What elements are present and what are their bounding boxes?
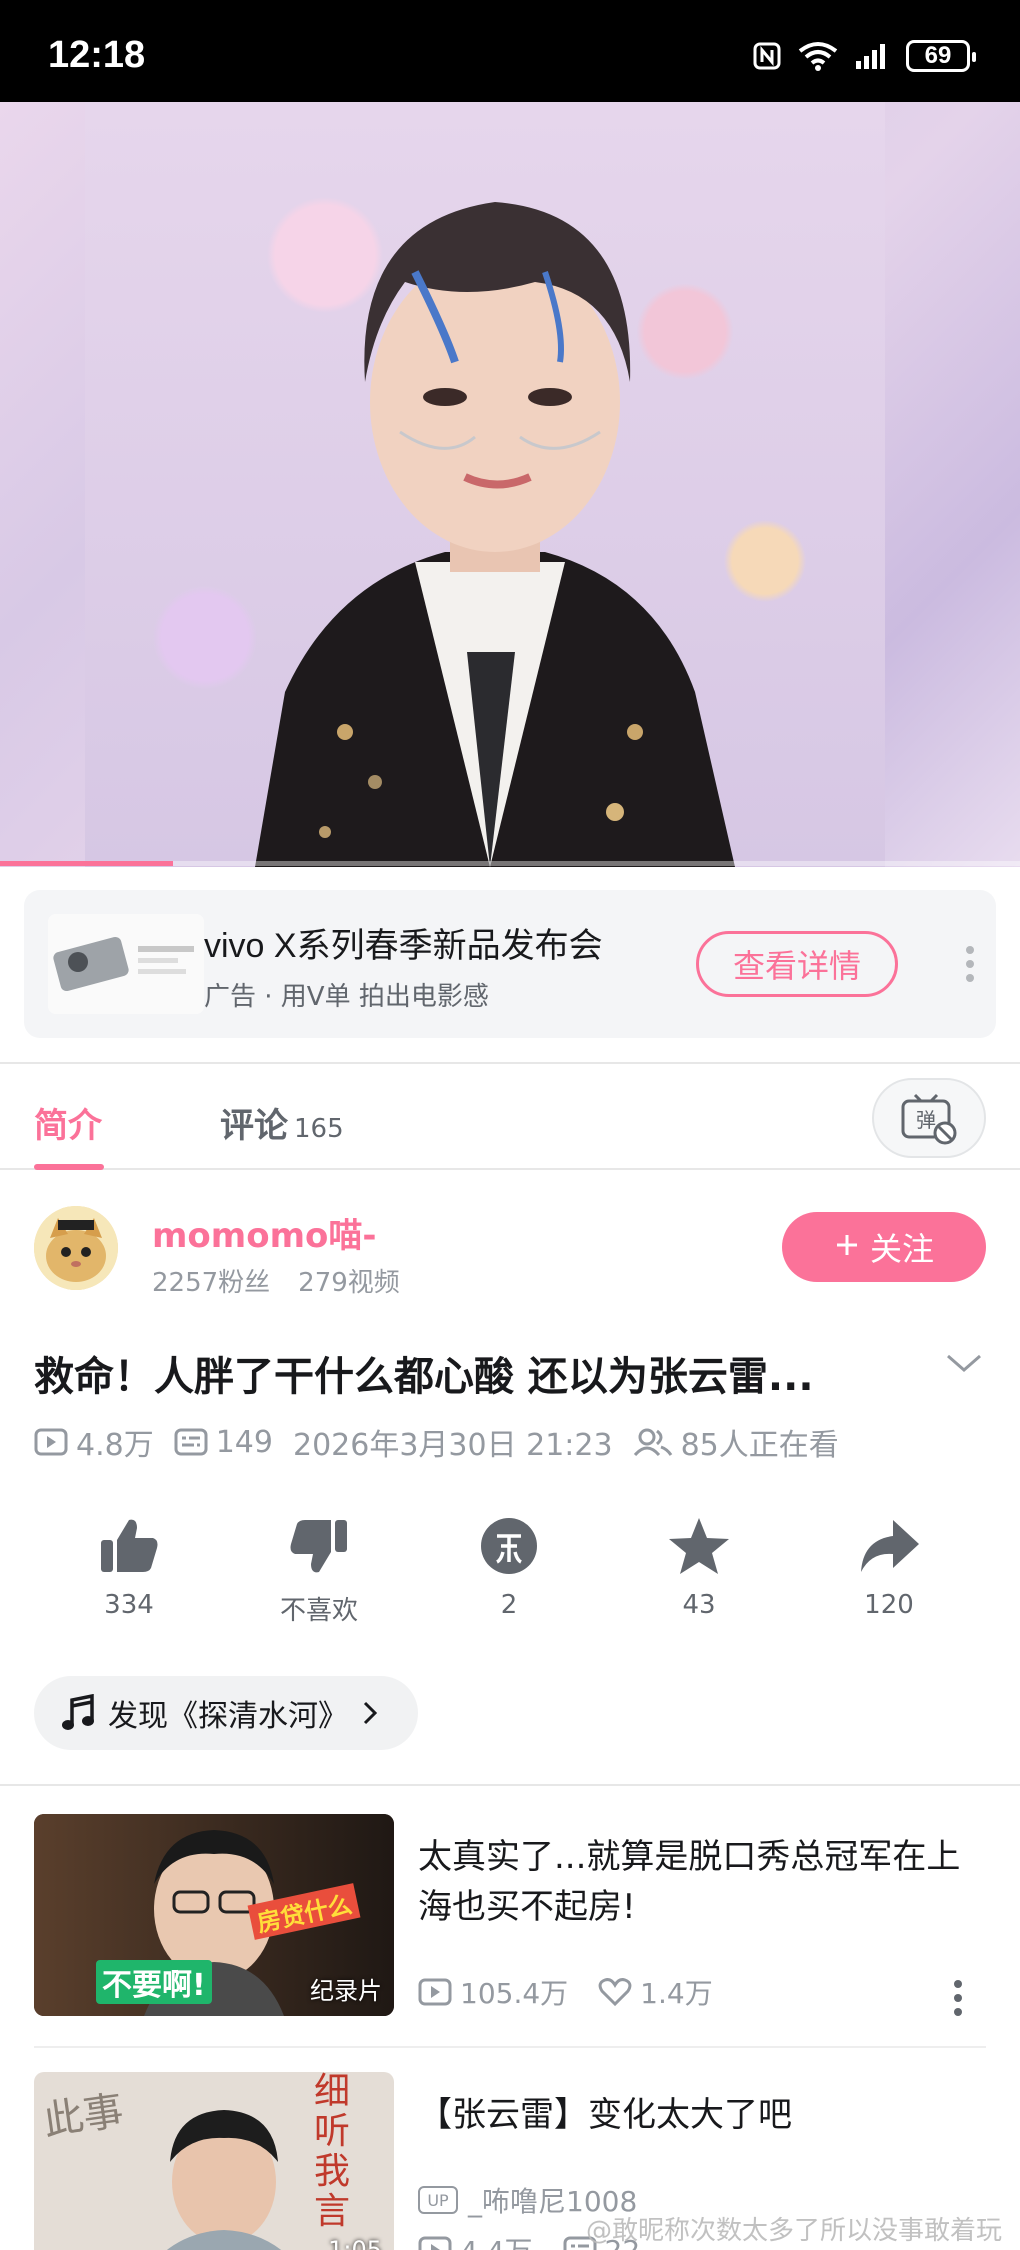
uploader-stats: 2257粉丝 279视频: [152, 1262, 428, 1299]
related-divider: [34, 2046, 986, 2048]
share-count: 120: [864, 1590, 914, 1620]
heart-icon: [598, 1978, 632, 2007]
ad-details-button[interactable]: 查看详情: [696, 931, 898, 997]
related-video-title: 太真实了...就算是脱口秀总冠军在上海也买不起房!: [418, 1837, 961, 1927]
thumbs-up-icon: [101, 1519, 158, 1572]
ad-title: vivo X系列春季新品发布会: [204, 927, 603, 965]
tab-comments-label: 评论: [220, 1106, 288, 1146]
thumbnail-calligraphy: 细听我言: [314, 2072, 351, 2232]
up-badge-icon: UP: [418, 2186, 458, 2214]
video-player[interactable]: [0, 102, 1020, 867]
danmaku-toggle-button[interactable]: 弹: [872, 1078, 986, 1158]
follow-label: 关注: [869, 1230, 934, 1268]
like-button[interactable]: 334: [59, 1516, 199, 1620]
video-meta: 4.8万 149 2026年3月30日 21:23 85人正在看: [34, 1420, 859, 1464]
signal-icon: [854, 41, 890, 71]
video-category-badge: 纪录片: [310, 1977, 382, 2005]
related-video-thumbnail: 不要啊! 房贷什么 纪录片: [34, 1814, 394, 2016]
related-video-card[interactable]: 不要啊! 房贷什么 纪录片 太真实了...就算是脱口秀总冠军在上海也买不起房! …: [34, 1814, 986, 2036]
tab-intro[interactable]: 简介: [34, 1098, 102, 1147]
status-bar: 12:18 69: [0, 0, 1020, 102]
uploader-video-count: 279视频: [298, 1268, 400, 1298]
status-time: 12:18: [48, 34, 146, 76]
music-note-icon: [62, 1694, 94, 1730]
uploader-name[interactable]: momomo喵-: [152, 1208, 376, 1257]
tab-active-indicator: [34, 1164, 104, 1170]
wifi-icon: [798, 41, 838, 71]
watching-stat: 85人正在看: [633, 1420, 839, 1464]
danmaku-stat: 149: [174, 1425, 273, 1460]
video-subject-image: [255, 202, 735, 867]
related-likes-count: 1.4万: [640, 1977, 713, 2010]
danmaku-count-icon: [174, 1428, 208, 1456]
action-row: 334 不喜欢 2 43 120: [0, 1516, 1020, 1636]
tab-bar: 简介 评论 165 弹: [0, 1062, 1020, 1170]
uploader-avatar[interactable]: [34, 1206, 118, 1290]
chevron-down-icon[interactable]: [944, 1352, 984, 1380]
video-duration: 1:05: [328, 2236, 382, 2250]
views-count: 4.8万: [76, 1428, 154, 1463]
ad-card[interactable]: vivo X系列春季新品发布会 广告 · 用V单 拍出电影感 查看详情: [24, 890, 996, 1038]
danmaku-count: 149: [215, 1424, 273, 1460]
uploader-followers: 2257粉丝: [152, 1268, 271, 1298]
watching-count: 85人正在看: [680, 1428, 839, 1463]
battery-indicator: 69: [906, 40, 976, 72]
music-label: 发现《探清水河》: [108, 1699, 348, 1734]
related-views-count: 105.4万: [460, 1977, 569, 2010]
related-video-meta: 105.4万 1.4万: [418, 1972, 743, 2012]
favorite-button[interactable]: 43: [629, 1516, 769, 1620]
svg-text:弹: 弹: [916, 1108, 936, 1132]
views-stat: 4.8万: [34, 1420, 154, 1464]
publish-date: 2026年3月30日 21:23: [292, 1428, 613, 1463]
video-progress-fill: [0, 861, 174, 866]
share-icon: [861, 1520, 919, 1572]
nfc-icon: [752, 41, 782, 71]
music-discovery-pill[interactable]: 发现《探清水河》: [34, 1676, 418, 1750]
status-icons: 69: [752, 40, 976, 72]
thumbnail-caption-primary: 不要啊!: [96, 1960, 212, 2004]
plus-icon: [834, 1228, 860, 1266]
favorite-count: 43: [682, 1590, 716, 1620]
share-button[interactable]: 120: [819, 1516, 959, 1620]
ad-subtitle: 广告 · 用V单 拍出电影感: [204, 982, 489, 1012]
related-views-stat: 105.4万: [418, 1972, 568, 2012]
dislike-button[interactable]: 不喜欢: [249, 1516, 389, 1627]
related-views-count: 4.4万: [460, 2230, 533, 2250]
tab-comments[interactable]: 评论 165: [220, 1098, 344, 1147]
section-divider: [0, 1784, 1020, 1786]
tab-comments-count: 165: [294, 1114, 344, 1144]
related-video-thumbnail: 此事 细听我言 1:05: [34, 2072, 394, 2250]
play-count-icon: [418, 2236, 452, 2250]
coin-icon: [481, 1518, 537, 1574]
chevron-right-icon: [363, 1701, 378, 1725]
viewers-icon: [633, 1428, 672, 1457]
coin-button[interactable]: 2: [439, 1516, 579, 1620]
star-icon: [669, 1518, 729, 1574]
related-likes-stat: 1.4万: [598, 1972, 713, 2012]
play-count-icon: [34, 1428, 68, 1456]
follow-button[interactable]: 关注: [782, 1212, 986, 1282]
thumbs-down-icon: [290, 1520, 347, 1573]
watermark: @敢昵称次数太多了所以没事敢着玩: [586, 2216, 1003, 2246]
ad-thumbnail: [48, 914, 204, 1014]
play-count-icon: [418, 1978, 452, 2006]
related-video-title: 【张云雷】变化太大了吧: [418, 2095, 792, 2135]
like-count: 334: [104, 1590, 154, 1620]
coin-count: 2: [500, 1590, 518, 1620]
ad-more-icon[interactable]: [964, 936, 976, 996]
danmaku-off-icon: 弹: [901, 1093, 957, 1145]
more-options-icon[interactable]: [952, 1978, 964, 2022]
dislike-label: 不喜欢: [279, 1596, 358, 1626]
video-title: 救命！人胖了干什么都心酸 还以为张云雷...: [34, 1354, 814, 1400]
video-progress-bar[interactable]: [0, 861, 1020, 866]
